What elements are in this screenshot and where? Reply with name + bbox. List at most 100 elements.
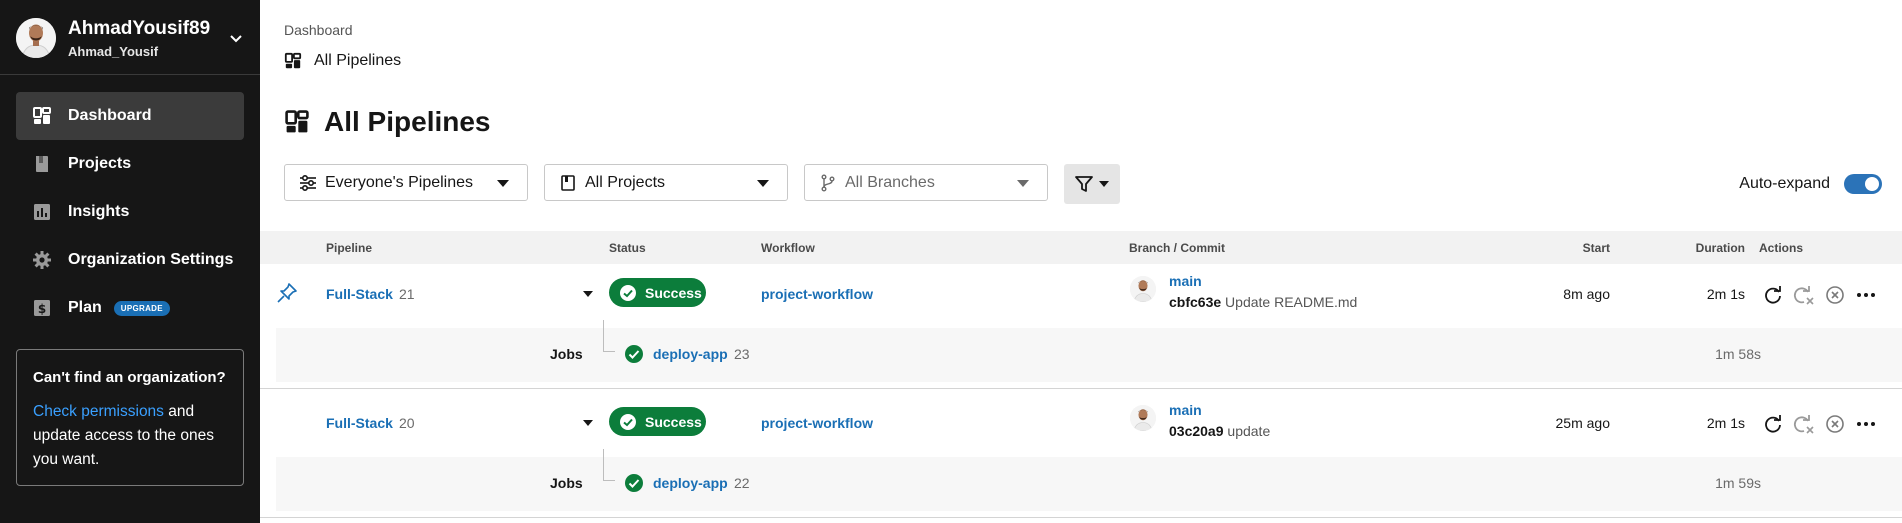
org-help-body: Check permissions and update access to t… <box>33 400 227 472</box>
job-row: Jobs deploy-app 23 1m 58s <box>276 320 1902 382</box>
org-help-title: Can't find an organization? <box>33 369 226 386</box>
funnel-icon <box>1075 176 1093 192</box>
duration: 2m 1s <box>1706 415 1745 431</box>
job-link[interactable]: deploy-app <box>653 346 728 362</box>
branches-filter-value: All Branches <box>845 174 935 191</box>
sidebar-nav: Dashboard Projects Insights Organization… <box>16 92 244 332</box>
sliders-icon <box>300 174 316 192</box>
projects-filter-value: All Projects <box>585 174 666 191</box>
caret-down-icon <box>1017 180 1029 187</box>
book-icon <box>561 175 575 191</box>
cancel-icon[interactable] <box>1824 413 1846 435</box>
dollar-icon: $ <box>34 300 50 316</box>
sidebar-item-organization-settings[interactable]: Organization Settings <box>16 236 244 284</box>
avatar <box>1130 405 1156 431</box>
commit-info: cbfc63e Update README.md <box>1169 294 1357 310</box>
job-link[interactable]: deploy-app <box>653 475 728 491</box>
chevron-down-icon <box>230 35 242 43</box>
auto-expand-label: Auto-expand <box>1739 175 1830 192</box>
commit-message: update <box>1227 423 1271 439</box>
pipeline-number: 21 <box>399 286 415 302</box>
sidebar-item-insights[interactable]: Insights <box>16 188 244 236</box>
branch-link[interactable]: main <box>1169 402 1202 418</box>
breadcrumb-current-label: All Pipelines <box>314 52 402 69</box>
auto-expand-toggle[interactable] <box>1844 174 1882 194</box>
check-circle-icon <box>625 345 643 363</box>
pipeline-row: Full-Stack 20 Success project-workflow m… <box>260 393 1902 457</box>
dashboard-icon <box>33 107 51 124</box>
col-duration: Duration <box>1695 241 1745 255</box>
job-number: 23 <box>734 346 750 362</box>
status-badge: Success <box>609 278 706 307</box>
sidebar-item-dashboard[interactable]: Dashboard <box>16 92 244 140</box>
tree-connector <box>603 449 615 481</box>
caret-down-icon <box>497 180 509 187</box>
jobs-label: Jobs <box>550 346 583 362</box>
auto-expand: Auto-expand <box>1739 174 1882 194</box>
user-handle: Ahmad_Yousif <box>68 44 159 59</box>
expand-caret-icon[interactable] <box>583 420 593 426</box>
job-duration: 1m 58s <box>1715 346 1761 362</box>
duration: 2m 1s <box>1706 286 1745 302</box>
start-time: 8m ago <box>1563 286 1610 302</box>
row-divider <box>260 517 1902 518</box>
branch-icon <box>821 174 835 192</box>
table-header: Pipeline Status Workflow Branch / Commit… <box>260 231 1902 264</box>
expand-caret-icon[interactable] <box>583 291 593 297</box>
status-label: Success <box>645 284 702 301</box>
check-circle-icon <box>625 474 643 492</box>
page-title: All Pipelines <box>284 106 491 138</box>
book-icon <box>36 156 48 172</box>
col-start: Start <box>1582 241 1610 255</box>
breadcrumb-dashboard[interactable]: Dashboard <box>284 22 353 38</box>
more-icon[interactable] <box>1855 284 1877 306</box>
commit-sha[interactable]: cbfc63e <box>1169 294 1221 310</box>
sidebar-item-label: Dashboard <box>68 107 152 124</box>
main-content: Dashboard All Pipelines All Pipelines Ev… <box>260 0 1902 523</box>
projects-filter[interactable]: All Projects <box>544 164 788 201</box>
sidebar-item-label: Organization Settings <box>68 251 234 268</box>
more-icon[interactable] <box>1855 413 1877 435</box>
rerun-failed-icon[interactable] <box>1793 284 1815 306</box>
pipeline-name[interactable]: Full-Stack <box>326 286 393 302</box>
rerun-icon[interactable] <box>1762 413 1784 435</box>
upgrade-badge[interactable]: UPGRADE <box>113 300 170 316</box>
branches-filter[interactable]: All Branches <box>804 164 1048 201</box>
sidebar-item-projects[interactable]: Projects <box>16 140 244 188</box>
col-branch-commit: Branch / Commit <box>1129 241 1226 255</box>
pipelines-filter[interactable]: Everyone's Pipelines <box>284 164 528 201</box>
col-status: Status <box>609 241 646 255</box>
gear-icon <box>33 251 51 269</box>
tree-connector <box>603 320 615 352</box>
user-menu[interactable]: AhmadYousif89 Ahmad_Yousif <box>16 18 244 59</box>
commit-message: Update README.md <box>1225 294 1358 310</box>
user-avatar <box>16 18 56 58</box>
jobs-label: Jobs <box>550 475 583 491</box>
commit-sha[interactable]: 03c20a9 <box>1169 423 1224 439</box>
check-permissions-link[interactable]: Check permissions <box>33 403 164 420</box>
breadcrumb-current: All Pipelines <box>284 52 401 70</box>
workflow-link[interactable]: project-workflow <box>761 415 873 431</box>
job-duration: 1m 59s <box>1715 475 1761 491</box>
status-label: Success <box>645 413 702 430</box>
caret-down-icon <box>1099 181 1109 187</box>
col-workflow: Workflow <box>761 241 815 255</box>
branch-link[interactable]: main <box>1169 273 1202 289</box>
sidebar-item-plan[interactable]: $ Plan UPGRADE <box>16 284 244 332</box>
pipeline-name[interactable]: Full-Stack <box>326 415 393 431</box>
cancel-icon[interactable] <box>1824 284 1846 306</box>
pipelines-filter-value: Everyone's Pipelines <box>325 174 474 191</box>
pipeline-row: Full-Stack 21 Success project-workflow m… <box>260 264 1902 328</box>
row-divider <box>260 388 1902 389</box>
start-time: 25m ago <box>1555 415 1610 431</box>
pin-icon[interactable] <box>276 282 298 304</box>
rerun-icon[interactable] <box>1762 284 1784 306</box>
rerun-failed-icon[interactable] <box>1793 413 1815 435</box>
workflow-link[interactable]: project-workflow <box>761 286 873 302</box>
dashboard-icon <box>284 52 302 69</box>
col-pipeline: Pipeline <box>326 241 373 255</box>
col-actions: Actions <box>1759 241 1804 255</box>
sidebar-item-label: Projects <box>68 155 132 172</box>
advanced-filter-button[interactable] <box>1064 164 1120 204</box>
sidebar-item-label: Insights <box>68 203 130 220</box>
